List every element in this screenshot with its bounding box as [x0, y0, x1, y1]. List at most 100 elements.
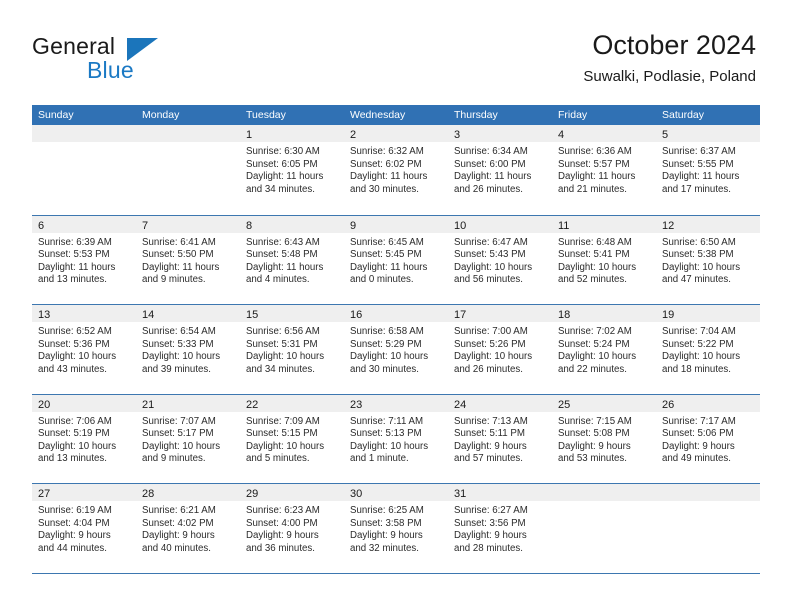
day-cell[interactable]: 23 Sunrise: 7:11 AM Sunset: 5:13 PM Dayligh… [344, 394, 448, 483]
day-number: 4 [558, 129, 565, 141]
calendar-grid: Sunday Monday Tuesday Wednesday Thursday… [32, 105, 760, 574]
day-cell[interactable]: 2 Sunrise: 6:32 AM Sunset: 6:02 PM Daylight… [344, 125, 448, 215]
day-number-band: 1 [240, 125, 344, 142]
day-info: Sunrise: 6:37 AM Sunset: 5:55 PM Daylight:… [656, 142, 760, 196]
day-number-band: 4 [552, 125, 656, 142]
day-cell[interactable]: 3 Sunrise: 6:34 AM Sunset: 6:00 PM Daylight… [448, 125, 552, 215]
day-cell[interactable]: 14 Sunrise: 6:54 AM Sunset: 5:33 PM Dayligh… [136, 305, 240, 394]
weekday-header-friday: Friday [558, 109, 588, 121]
day-number: 17 [454, 309, 467, 321]
day-cell[interactable]: 20 Sunrise: 7:06 AM Sunset: 5:19 PM Dayligh… [32, 394, 136, 483]
day-info: Sunrise: 7:02 AM Sunset: 5:24 PM Daylight:… [552, 322, 656, 376]
day-cell[interactable]: 18 Sunrise: 7:02 AM Sunset: 5:24 PM Dayligh… [552, 305, 656, 394]
day-number-band: 9 [344, 215, 448, 233]
day-cell[interactable]: 6 Sunrise: 6:39 AM Sunset: 5:53 PM Daylight… [32, 215, 136, 304]
sunrise-text: Sunrise: 6:21 AM [142, 505, 216, 516]
day-info: Sunrise: 6:34 AM Sunset: 6:00 PM Daylight:… [448, 142, 552, 196]
sunrise-text: Sunrise: 6:19 AM [38, 505, 112, 516]
day-cell[interactable]: 29 Sunrise: 6:23 AM Sunset: 4:00 PM Dayligh… [240, 484, 344, 573]
day-cell[interactable]: 9 Sunrise: 6:45 AM Sunset: 5:45 PM Daylight… [344, 215, 448, 304]
daylight-text-line2: and 57 minutes. [454, 453, 523, 465]
day-cell[interactable]: 4 Sunrise: 6:36 AM Sunset: 5:57 PM Daylight… [552, 125, 656, 215]
sunset-text: Sunset: 5:57 PM [558, 158, 630, 170]
day-info: Sunrise: 6:30 AM Sunset: 6:05 PM Daylight:… [240, 142, 344, 196]
weekday-header-thursday: Thursday [454, 109, 498, 121]
sunrise-text: Sunrise: 6:54 AM [142, 326, 216, 337]
day-cell-empty [552, 484, 656, 573]
day-info: Sunrise: 6:39 AM Sunset: 5:53 PM Daylight:… [32, 233, 136, 287]
day-cell[interactable]: 17 Sunrise: 7:00 AM Sunset: 5:26 PM Dayligh… [448, 305, 552, 394]
sunset-text: Sunset: 5:55 PM [662, 158, 734, 170]
daylight-text-line1: Daylight: 10 hours [350, 440, 429, 452]
day-info: Sunrise: 7:00 AM Sunset: 5:26 PM Daylight:… [448, 322, 552, 376]
day-number-band: 16 [344, 305, 448, 322]
day-cell-empty [656, 484, 760, 573]
day-cell[interactable]: 5 Sunrise: 6:37 AM Sunset: 5:55 PM Daylight… [656, 125, 760, 215]
sunset-text: Sunset: 3:56 PM [454, 517, 526, 529]
daylight-text-line1: Daylight: 10 hours [454, 261, 533, 273]
sunset-text: Sunset: 5:31 PM [246, 338, 318, 350]
sunrise-text: Sunrise: 7:07 AM [142, 415, 216, 427]
sunset-text: Sunset: 5:53 PM [38, 249, 110, 261]
daylight-text-line2: and 56 minutes. [454, 274, 523, 286]
day-cell[interactable]: 22 Sunrise: 7:09 AM Sunset: 5:15 PM Dayligh… [240, 394, 344, 483]
daylight-text-line1: Daylight: 11 hours [454, 171, 532, 183]
day-number-band [552, 484, 656, 501]
day-info: Sunrise: 7:04 AM Sunset: 5:22 PM Daylight:… [656, 322, 760, 376]
day-cell[interactable]: 1 Sunrise: 6:30 AM Sunset: 6:05 PM Daylight… [240, 125, 344, 215]
day-cell[interactable]: 28 Sunrise: 6:21 AM Sunset: 4:02 PM Dayligh… [136, 484, 240, 573]
day-info: Sunrise: 6:36 AM Sunset: 5:57 PM Daylight:… [552, 142, 656, 196]
day-number: 18 [558, 309, 571, 321]
day-cell[interactable]: 10 Sunrise: 6:47 AM Sunset: 5:43 PM Dayligh… [448, 215, 552, 304]
day-number: 2 [350, 129, 357, 141]
daylight-text-line1: Daylight: 10 hours [246, 440, 325, 452]
generalblue-logo[interactable]: General Blue [32, 33, 272, 89]
day-cell[interactable]: 12 Sunrise: 6:50 AM Sunset: 5:38 PM Dayligh… [656, 215, 760, 304]
day-cell[interactable]: 30 Sunrise: 6:25 AM Sunset: 3:58 PM Dayligh… [344, 484, 448, 573]
sunset-text: Sunset: 5:11 PM [454, 428, 525, 440]
sunrise-text: Sunrise: 6:23 AM [246, 505, 320, 516]
sunset-text: Sunset: 5:38 PM [662, 249, 734, 261]
day-cell[interactable]: 7 Sunrise: 6:41 AM Sunset: 5:50 PM Daylight… [136, 215, 240, 304]
page-title: October 2024 [592, 30, 756, 60]
week-row: 6 Sunrise: 6:39 AM Sunset: 5:53 PM Daylight… [32, 214, 760, 304]
weekday-header-saturday: Saturday [662, 109, 705, 121]
daylight-text-line1: Daylight: 11 hours [350, 171, 428, 183]
day-info: Sunrise: 7:09 AM Sunset: 5:15 PM Daylight:… [240, 412, 344, 466]
day-number-band: 5 [656, 125, 760, 142]
day-number: 24 [454, 398, 467, 411]
sunset-text: Sunset: 5:45 PM [350, 249, 422, 261]
day-cell[interactable]: 16 Sunrise: 6:58 AM Sunset: 5:29 PM Dayligh… [344, 305, 448, 394]
weekday-header-tuesday: Tuesday [246, 109, 286, 121]
daylight-text-line2: and 4 minutes. [246, 274, 310, 286]
day-cell[interactable]: 31 Sunrise: 6:27 AM Sunset: 3:56 PM Dayligh… [448, 484, 552, 573]
day-cell[interactable]: 11 Sunrise: 6:48 AM Sunset: 5:41 PM Dayligh… [552, 215, 656, 304]
daylight-text-line2: and 1 minute. [350, 453, 409, 465]
day-number-band: 8 [240, 215, 344, 233]
daylight-text-line2: and 5 minutes. [246, 453, 310, 465]
sunrise-text: Sunrise: 7:09 AM [246, 415, 320, 427]
sunrise-text: Sunrise: 6:25 AM [350, 505, 424, 516]
day-cell[interactable]: 13 Sunrise: 6:52 AM Sunset: 5:36 PM Dayligh… [32, 305, 136, 394]
day-cell[interactable]: 15 Sunrise: 6:56 AM Sunset: 5:31 PM Dayligh… [240, 305, 344, 394]
day-cell[interactable]: 26 Sunrise: 7:17 AM Sunset: 5:06 PM Dayligh… [656, 394, 760, 483]
sunrise-text: Sunrise: 6:34 AM [454, 146, 528, 157]
day-cell[interactable]: 24 Sunrise: 7:13 AM Sunset: 5:11 PM Dayligh… [448, 394, 552, 483]
daylight-text-line2: and 52 minutes. [558, 274, 627, 286]
sunrise-text: Sunrise: 7:15 AM [558, 415, 632, 427]
day-number: 26 [662, 398, 675, 411]
daylight-text-line1: Daylight: 10 hours [662, 261, 741, 273]
day-number-band [656, 484, 760, 501]
day-cell[interactable]: 19 Sunrise: 7:04 AM Sunset: 5:22 PM Dayligh… [656, 305, 760, 394]
daylight-text-line1: Daylight: 11 hours [246, 171, 324, 183]
day-cell[interactable]: 25 Sunrise: 7:15 AM Sunset: 5:08 PM Dayligh… [552, 394, 656, 483]
sunset-text: Sunset: 5:43 PM [454, 249, 526, 261]
day-info: Sunrise: 6:41 AM Sunset: 5:50 PM Daylight:… [136, 233, 240, 287]
day-info: Sunrise: 6:21 AM Sunset: 4:02 PM Daylight:… [136, 501, 240, 555]
daylight-text-line2: and 13 minutes. [38, 274, 107, 286]
day-cell[interactable]: 27 Sunrise: 6:19 AM Sunset: 4:04 PM Dayligh… [32, 484, 136, 573]
day-number-band: 14 [136, 305, 240, 322]
day-cell[interactable]: 8 Sunrise: 6:43 AM Sunset: 5:48 PM Daylight… [240, 215, 344, 304]
logo-text-general: General [32, 33, 116, 59]
day-cell[interactable]: 21 Sunrise: 7:07 AM Sunset: 5:17 PM Dayligh… [136, 394, 240, 483]
